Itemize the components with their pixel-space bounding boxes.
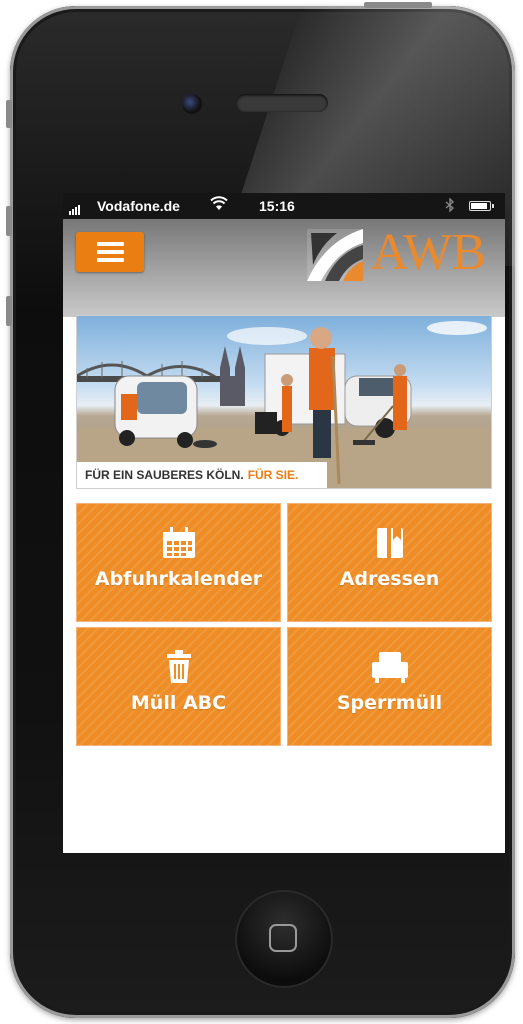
hero-caption: FÜR EIN SAUBERES KÖLN. FÜR SIE. bbox=[77, 462, 327, 488]
calendar-icon bbox=[77, 526, 280, 560]
status-bar: Vodafone.de 15:16 bbox=[63, 193, 505, 219]
app-header: AWB bbox=[63, 219, 505, 317]
signal-icon bbox=[69, 198, 81, 216]
hero-banner[interactable]: FÜR EIN SAUBERES KÖLN. FÜR SIE. bbox=[76, 315, 492, 489]
mute-switch[interactable] bbox=[6, 100, 12, 128]
hero-caption-accent: FÜR SIE. bbox=[247, 468, 299, 482]
earpiece-speaker bbox=[236, 94, 328, 112]
trash-icon bbox=[77, 650, 280, 684]
carrier-label: Vodafone.de bbox=[97, 198, 180, 214]
tile-label: Abfuhrkalender bbox=[94, 568, 263, 590]
tile-sperrmuell[interactable]: Sperrmüll bbox=[287, 627, 492, 746]
phone-frame: Vodafone.de 15:16 AWB FÜR EIN SAUBERES K… bbox=[10, 6, 515, 1018]
clock: 15:16 bbox=[259, 198, 295, 214]
tile-abfuhrkalender[interactable]: Abfuhrkalender bbox=[76, 503, 281, 622]
book-icon bbox=[288, 526, 491, 560]
logo-text: AWB bbox=[371, 224, 486, 281]
tile-muell-abc[interactable]: Müll ABC bbox=[76, 627, 281, 746]
tile-label: Adressen bbox=[339, 568, 440, 590]
tile-label: Sperrmüll bbox=[336, 692, 443, 714]
home-square-icon bbox=[269, 924, 297, 952]
app-screen: Vodafone.de 15:16 AWB FÜR EIN SAUBERES K… bbox=[63, 193, 505, 853]
volume-up-button[interactable] bbox=[6, 206, 12, 236]
hamburger-icon bbox=[97, 242, 124, 246]
bluetooth-icon bbox=[445, 197, 455, 215]
wifi-icon bbox=[210, 196, 228, 215]
battery-icon bbox=[469, 201, 494, 211]
volume-down-button[interactable] bbox=[6, 296, 12, 326]
power-button[interactable] bbox=[364, 2, 432, 8]
awb-logo: AWB bbox=[307, 224, 497, 281]
home-button[interactable] bbox=[235, 890, 333, 988]
tile-adressen[interactable]: Adressen bbox=[287, 503, 492, 622]
menu-button[interactable] bbox=[76, 232, 144, 272]
front-camera bbox=[182, 94, 202, 114]
main-menu-grid: Abfuhrkalender Adressen Müll ABC Sperrmü… bbox=[76, 503, 494, 749]
hero-caption-main: FÜR EIN SAUBERES KÖLN. bbox=[85, 468, 244, 482]
tile-label: Müll ABC bbox=[130, 692, 227, 714]
logo-mark-icon bbox=[307, 229, 363, 281]
armchair-icon bbox=[288, 650, 491, 684]
